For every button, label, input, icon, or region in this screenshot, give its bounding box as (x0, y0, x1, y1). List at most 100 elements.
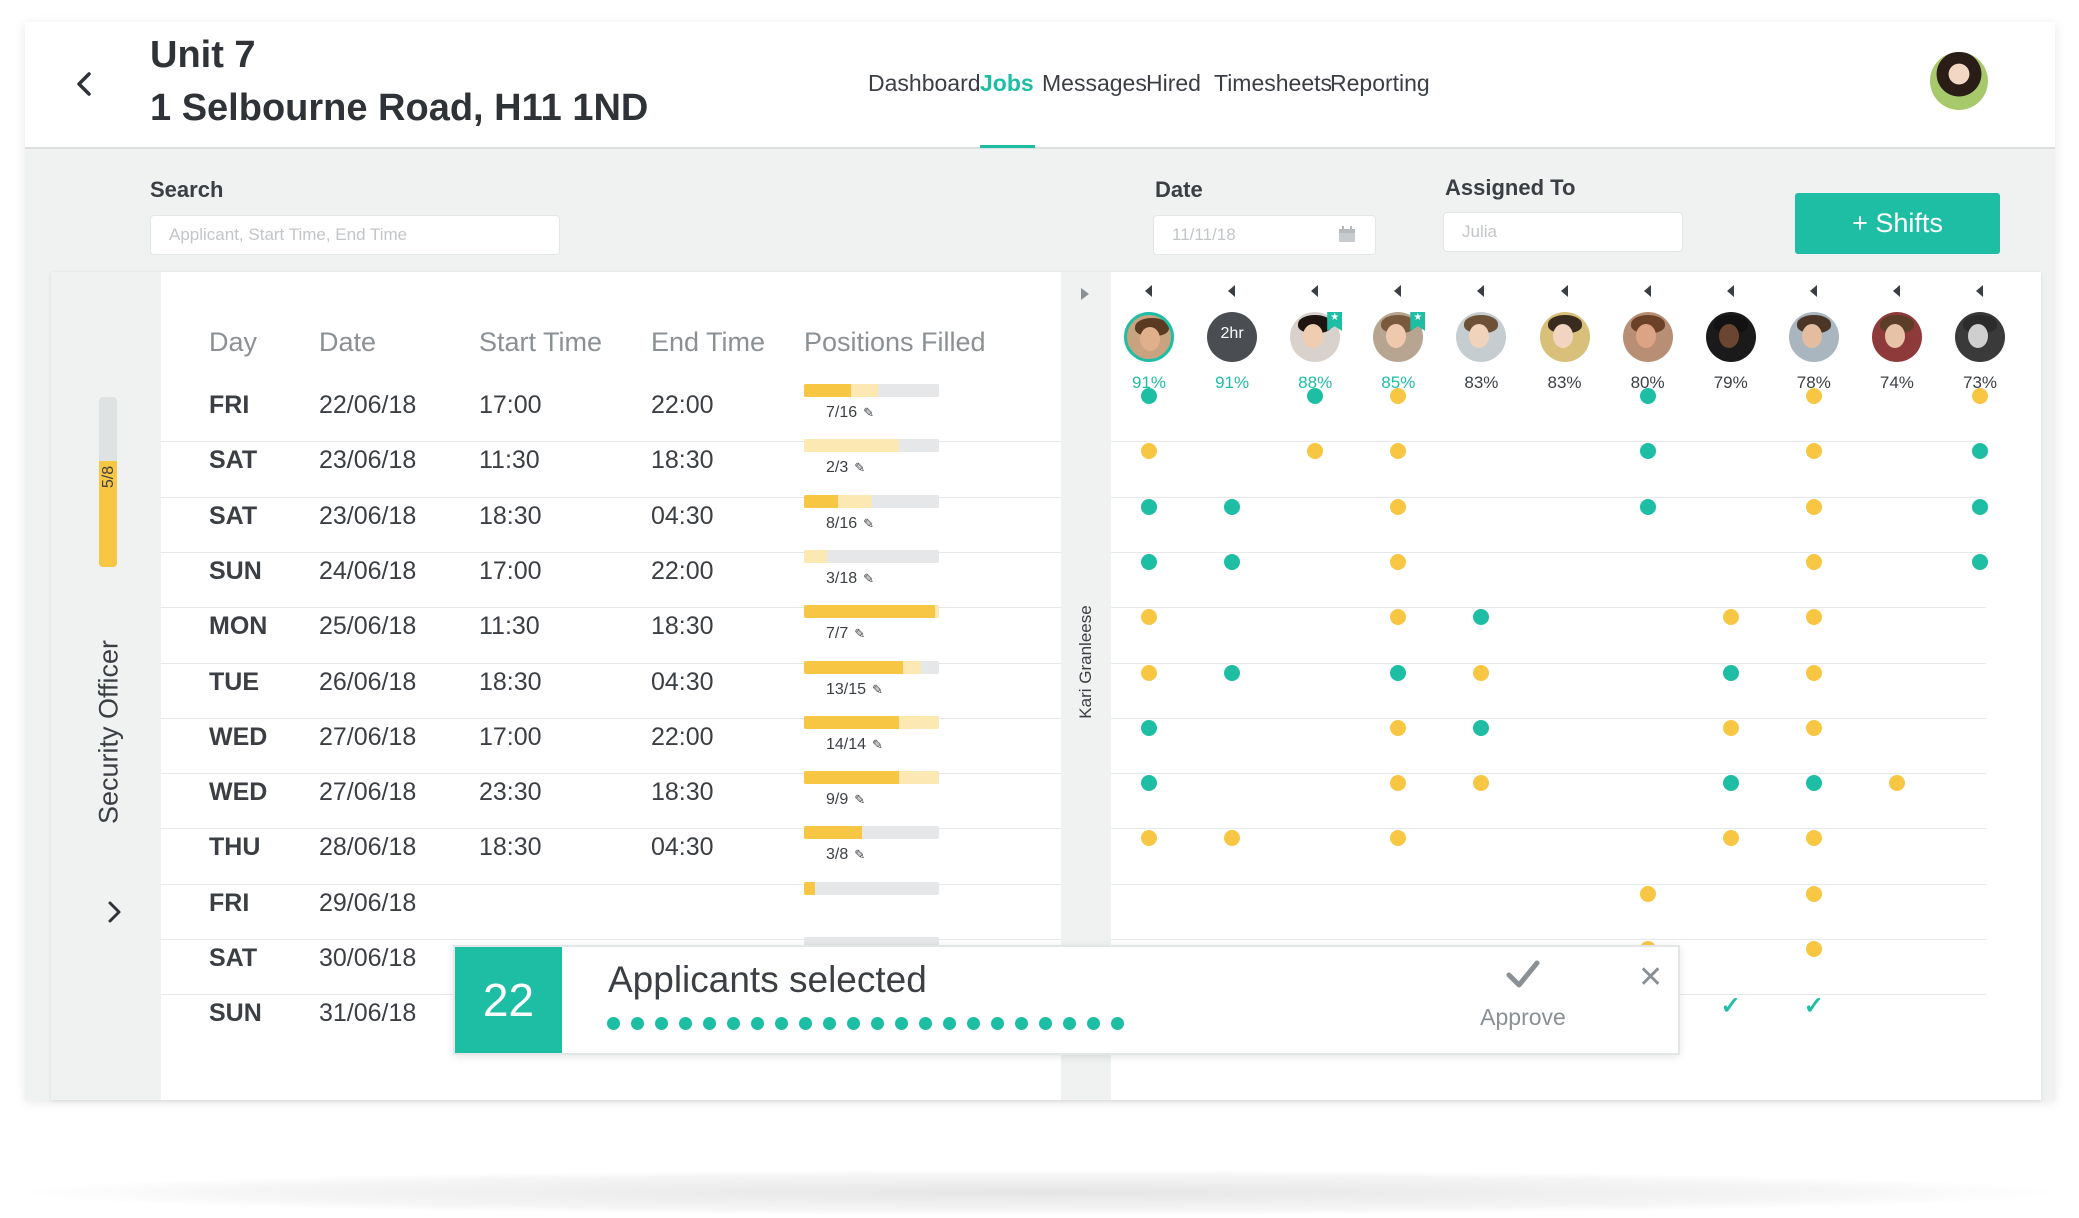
add-shifts-button[interactable]: + Shifts (1795, 193, 2000, 254)
available-dot[interactable] (1722, 664, 1739, 681)
edit-pencil-icon[interactable]: ✎ (854, 460, 865, 475)
available-dot[interactable] (1307, 388, 1324, 404)
nav-messages[interactable]: Messages (1042, 70, 1147, 97)
pending-dot[interactable] (1141, 443, 1157, 460)
nav-timesheets[interactable]: Timesheets (1214, 70, 1332, 97)
pending-dot[interactable] (1805, 830, 1822, 847)
positions-filled-label[interactable]: 2/3 ✎ (826, 459, 865, 477)
positions-filled-label[interactable]: 3/8 ✎ (826, 846, 865, 864)
applicant-avatar[interactable] (1788, 312, 1839, 362)
available-dot[interactable] (1639, 498, 1656, 515)
pending-dot[interactable] (1390, 388, 1407, 404)
available-dot[interactable] (1639, 443, 1656, 460)
available-dot[interactable] (1639, 388, 1656, 404)
pending-dot[interactable] (1805, 609, 1822, 626)
assigned-check-icon[interactable]: ✓ (1721, 992, 1741, 1021)
pending-dot[interactable] (1473, 775, 1490, 792)
available-dot[interactable] (1805, 775, 1822, 792)
applicant-avatar[interactable] (1622, 312, 1673, 362)
available-dot[interactable] (1972, 498, 1988, 515)
caret-left-icon[interactable] (1390, 282, 1406, 300)
available-dot[interactable] (1473, 609, 1490, 626)
pending-dot[interactable] (1307, 443, 1324, 460)
positions-filled-label[interactable]: 3/18 ✎ (826, 570, 874, 588)
caret-left-icon[interactable] (1473, 282, 1489, 300)
available-dot[interactable] (1224, 664, 1241, 681)
pending-dot[interactable] (1390, 719, 1407, 736)
pending-dot[interactable] (1224, 830, 1241, 847)
available-dot[interactable] (1224, 498, 1241, 515)
nav-reporting[interactable]: Reporting (1330, 70, 1430, 97)
available-dot[interactable] (1141, 553, 1157, 570)
close-icon[interactable]: ✕ (1638, 963, 1663, 993)
available-dot[interactable] (1141, 498, 1157, 515)
caret-left-icon[interactable] (1723, 282, 1739, 300)
calendar-icon[interactable] (1338, 226, 1356, 243)
edit-pencil-icon[interactable]: ✎ (872, 737, 883, 752)
available-dot[interactable] (1141, 775, 1157, 792)
positions-filled-label[interactable]: 7/16 ✎ (826, 404, 874, 422)
pending-dot[interactable] (1390, 553, 1407, 570)
caret-right-icon[interactable] (1075, 284, 1095, 304)
pending-dot[interactable] (1390, 830, 1407, 847)
edit-pencil-icon[interactable]: ✎ (854, 847, 865, 862)
caret-left-icon[interactable] (1889, 282, 1905, 300)
pending-dot[interactable] (1722, 830, 1739, 847)
available-dot[interactable] (1972, 443, 1988, 460)
positions-filled-label[interactable]: 13/15 ✎ (826, 681, 883, 699)
pending-dot[interactable] (1141, 609, 1157, 626)
edit-pencil-icon[interactable]: ✎ (863, 571, 874, 586)
pending-dot[interactable] (1390, 775, 1407, 792)
pending-dot[interactable] (1972, 388, 1988, 404)
assigned-check-icon[interactable]: ✓ (1804, 992, 1824, 1021)
pending-dot[interactable] (1805, 443, 1822, 460)
available-dot[interactable] (1141, 719, 1157, 736)
pending-dot[interactable] (1805, 885, 1822, 902)
pending-dot[interactable] (1805, 498, 1822, 515)
pending-dot[interactable] (1639, 885, 1656, 902)
applicant-avatar[interactable] (1871, 312, 1922, 362)
applicant-avatar[interactable] (1456, 312, 1507, 362)
back-button[interactable] (65, 64, 105, 104)
edit-pencil-icon[interactable]: ✎ (854, 792, 865, 807)
caret-left-icon[interactable] (1557, 282, 1573, 300)
edit-pencil-icon[interactable]: ✎ (863, 405, 874, 420)
pending-dot[interactable] (1390, 498, 1407, 515)
available-dot[interactable] (1972, 553, 1988, 570)
user-avatar[interactable] (1930, 52, 1988, 110)
nav-dashboard[interactable]: Dashboard (868, 70, 981, 97)
nav-jobs[interactable]: Jobs (980, 70, 1034, 97)
available-dot[interactable] (1141, 388, 1157, 404)
caret-left-icon[interactable] (1307, 282, 1323, 300)
pending-dot[interactable] (1805, 941, 1822, 957)
positions-filled-label[interactable]: 9/9 ✎ (826, 791, 865, 809)
pending-dot[interactable] (1805, 664, 1822, 681)
pending-dot[interactable] (1141, 664, 1157, 681)
caret-left-icon[interactable] (1806, 282, 1822, 300)
pending-dot[interactable] (1390, 443, 1407, 460)
approve-button[interactable]: Approve (1463, 957, 1583, 1043)
applicant-avatar[interactable] (1705, 312, 1756, 362)
applicant-avatar[interactable] (1539, 312, 1590, 362)
available-dot[interactable] (1473, 719, 1490, 736)
search-input[interactable] (150, 215, 560, 255)
applicant-avatar[interactable] (1124, 312, 1174, 362)
positions-filled-label[interactable]: 8/16 ✎ (826, 515, 874, 533)
pending-dot[interactable] (1805, 553, 1822, 570)
applicant-avatar[interactable] (1955, 312, 2005, 362)
pending-dot[interactable] (1141, 830, 1157, 847)
pending-dot[interactable] (1473, 664, 1490, 681)
applicant-avatar[interactable]: 2hr (1207, 312, 1258, 362)
positions-filled-label[interactable]: 7/7 ✎ (826, 625, 865, 643)
pending-dot[interactable] (1805, 388, 1822, 404)
edit-pencil-icon[interactable]: ✎ (872, 682, 883, 697)
caret-left-icon[interactable] (1972, 282, 1988, 300)
caret-left-icon[interactable] (1640, 282, 1656, 300)
caret-left-icon[interactable] (1141, 282, 1157, 300)
pending-dot[interactable] (1722, 719, 1739, 736)
pending-dot[interactable] (1805, 719, 1822, 736)
edit-pencil-icon[interactable]: ✎ (863, 516, 874, 531)
edit-pencil-icon[interactable]: ✎ (854, 626, 865, 641)
pending-dot[interactable] (1390, 609, 1407, 626)
positions-filled-label[interactable]: 14/14 ✎ (826, 736, 883, 754)
